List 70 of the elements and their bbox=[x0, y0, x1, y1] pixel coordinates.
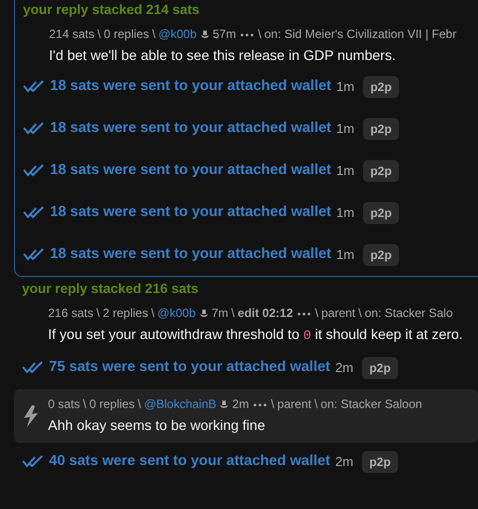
separator: \ bbox=[138, 396, 142, 413]
p2p-badge: p2p bbox=[362, 451, 398, 473]
sats-count: 0 sats bbox=[48, 396, 80, 413]
double-check-icon bbox=[22, 455, 44, 469]
replies-link[interactable]: 2 replies bbox=[102, 305, 148, 322]
separator: \ bbox=[314, 396, 318, 413]
post-link[interactable]: on: Stacker Salo bbox=[364, 305, 453, 322]
notification-title: your reply stacked 214 sats bbox=[22, 1, 200, 19]
notification-time: 1m bbox=[336, 120, 354, 138]
notification-time: 2m bbox=[335, 453, 354, 472]
sats-count: 214 sats bbox=[49, 26, 94, 43]
notification-text: 18 sats were sent to your attached wallet bbox=[50, 161, 332, 180]
post-link[interactable]: on: Stacker Saloon bbox=[320, 396, 422, 413]
p2p-badge: p2p bbox=[362, 357, 398, 379]
cowboy-hat-icon bbox=[198, 308, 209, 319]
notification-text: 18 sats were sent to your attached wallet bbox=[50, 203, 332, 222]
replies-link[interactable]: 0 replies bbox=[104, 26, 150, 43]
notification-time: 1m bbox=[336, 162, 354, 180]
separator: \ bbox=[270, 396, 274, 413]
notification-text: 40 sats were sent to your attached wallet bbox=[49, 452, 330, 472]
separator: \ bbox=[152, 26, 156, 43]
p2p-badge: p2p bbox=[363, 202, 399, 224]
edit-time: edit 02:12 bbox=[238, 305, 293, 322]
replies-link[interactable]: 0 replies bbox=[89, 396, 135, 413]
p2p-badge: p2p bbox=[363, 160, 399, 182]
separator: \ bbox=[258, 26, 262, 43]
notification-text: 18 sats were sent to your attached wallet bbox=[50, 245, 332, 264]
notification-time: 1m bbox=[336, 246, 354, 264]
comment-time: 2m bbox=[232, 396, 249, 413]
separator: \ bbox=[96, 305, 100, 322]
comment-text: If you set your autowithdraw threshold to 0 it should keep it at zero. bbox=[48, 325, 464, 345]
lightning-bolt-icon bbox=[22, 404, 40, 428]
double-check-icon bbox=[23, 248, 45, 262]
comment-time: 7m bbox=[212, 305, 228, 322]
separator: \ bbox=[231, 305, 235, 322]
post-link[interactable]: on: Sid Meier's Civilization VII | Febr bbox=[264, 26, 456, 43]
comment-text: I'd bet we'll be able to see this release in GDP numbers. bbox=[49, 46, 397, 65]
comment-text: Ahh okay seems to be working fine bbox=[48, 416, 266, 435]
user-link[interactable]: @k00b bbox=[157, 305, 196, 322]
separator: \ bbox=[83, 396, 86, 413]
notification-text: 18 sats were sent to your attached wallet bbox=[50, 77, 332, 96]
double-check-icon bbox=[23, 206, 45, 220]
user-link[interactable]: @BlokchainB bbox=[144, 396, 216, 413]
comment-time: 57m bbox=[212, 26, 236, 43]
notification-time: 1m bbox=[336, 204, 354, 222]
p2p-badge: p2p bbox=[363, 244, 399, 266]
double-check-icon bbox=[22, 361, 44, 375]
separator: \ bbox=[97, 26, 101, 43]
double-check-icon bbox=[23, 122, 45, 136]
more-icon bbox=[252, 402, 268, 408]
more-icon bbox=[238, 32, 255, 38]
notification-text: 75 sats were sent to your attached wallet bbox=[49, 358, 330, 378]
separator: \ bbox=[151, 305, 154, 322]
p2p-badge: p2p bbox=[363, 76, 399, 98]
notification-title: your reply stacked 216 sats bbox=[21, 280, 200, 298]
notification-time: 2m bbox=[335, 359, 354, 378]
double-check-icon bbox=[23, 164, 45, 178]
user-link[interactable]: @k00b bbox=[158, 26, 197, 43]
sats-count: 216 sats bbox=[48, 305, 94, 322]
parent-link[interactable]: parent bbox=[277, 396, 312, 413]
double-check-icon bbox=[23, 80, 45, 94]
p2p-badge: p2p bbox=[363, 118, 399, 140]
cowboy-hat-icon bbox=[219, 399, 230, 410]
separator: \ bbox=[315, 305, 318, 322]
cowboy-hat-icon bbox=[200, 29, 210, 40]
notification-time: 1m bbox=[336, 78, 354, 96]
parent-link[interactable]: parent bbox=[321, 305, 356, 322]
notification-text: 18 sats were sent to your attached wallet bbox=[50, 119, 332, 138]
more-icon bbox=[296, 310, 312, 316]
separator: \ bbox=[358, 305, 362, 322]
